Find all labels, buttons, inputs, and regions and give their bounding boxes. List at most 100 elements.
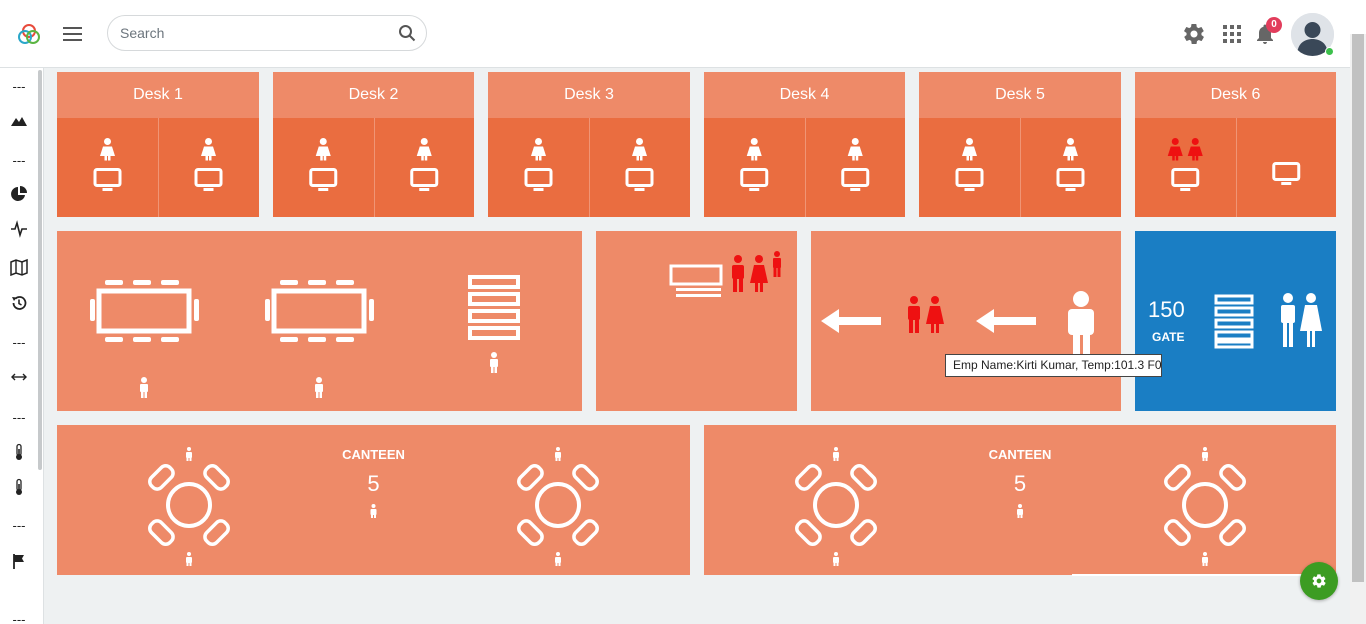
app-logo-icon[interactable] [17, 22, 41, 46]
desk-seat[interactable] [1236, 118, 1337, 217]
sidebar-item-map[interactable] [0, 255, 38, 279]
canteen-block[interactable]: CANTEEN 5 [704, 425, 1336, 575]
monitor-icon [1271, 162, 1300, 185]
seat-graphic [194, 138, 223, 191]
seat-graphic [1167, 138, 1203, 191]
person-icon [847, 138, 863, 161]
desk-seat[interactable] [488, 118, 589, 217]
desk-block[interactable]: Desk 6 [1135, 72, 1336, 217]
desk-seats [1135, 118, 1336, 217]
arrows-horizontal-icon [11, 373, 27, 381]
desk-seat[interactable] [158, 118, 259, 217]
sidebar-separator: --- [12, 409, 26, 425]
map-icon [10, 258, 28, 276]
desk-label: Desk 2 [348, 86, 399, 103]
desk-block[interactable]: Desk 2 [273, 72, 474, 217]
person-icon [1068, 291, 1094, 356]
sidebar-item-reports[interactable] [0, 182, 38, 206]
mountains-icon [11, 117, 27, 126]
flag-icon [13, 554, 24, 569]
entry-flow [821, 291, 1094, 356]
meeting-area[interactable] [57, 231, 582, 411]
canteen-count: 5 [367, 471, 380, 496]
seat-graphic [524, 138, 553, 191]
desk-seat[interactable] [374, 118, 475, 217]
seat-graphic [93, 138, 122, 191]
gear-icon[interactable] [1182, 22, 1206, 46]
sidebar-scrollbar[interactable] [38, 70, 42, 470]
sidebar-item-activity[interactable] [0, 217, 38, 241]
seat-graphic [1056, 138, 1085, 191]
canteen-block[interactable]: CANTEEN 5 [57, 425, 690, 575]
person-icon [1063, 138, 1078, 161]
desk-seat[interactable] [704, 118, 805, 217]
sidebar-item-movement[interactable] [0, 365, 38, 389]
desk-seat[interactable] [273, 118, 374, 217]
search-box [107, 15, 427, 51]
thermometer-icon [16, 478, 22, 495]
seat-graphic [740, 138, 769, 191]
menu-icon[interactable] [62, 24, 84, 44]
pie-chart-icon [11, 186, 27, 201]
settings-fab-button[interactable] [1300, 562, 1338, 600]
sidebar-separator: --- [12, 334, 26, 350]
desk-label: Desk 5 [995, 86, 1045, 103]
sidebar-separator: --- [12, 611, 26, 624]
sidebar-separator: --- [12, 152, 26, 168]
desk-seat[interactable] [1020, 118, 1121, 217]
desk-block[interactable]: Desk 1 [57, 72, 259, 217]
canteen-label: CANTEEN [342, 447, 405, 462]
online-status-dot [1325, 47, 1334, 56]
thermometer-icon [16, 443, 22, 460]
monitor-icon [740, 168, 769, 191]
desk-block[interactable]: Desk 4 [704, 72, 905, 217]
alert-people-icon [908, 296, 944, 333]
desk-seats [919, 118, 1121, 217]
desk-label: Desk 4 [779, 86, 830, 103]
person-icon [100, 138, 115, 161]
search-icon[interactable] [398, 24, 416, 42]
reception-desk-icon [669, 251, 781, 297]
gear-icon [1312, 574, 1326, 588]
desk-seat[interactable] [1135, 118, 1236, 217]
page-scrollbar-thumb[interactable] [1352, 34, 1364, 582]
employee-tooltip: Emp Name:Kirti Kumar, Temp:101.3 F0 [945, 354, 1162, 377]
desk-seat[interactable] [805, 118, 906, 217]
gate-area[interactable]: 150 GATE [1135, 231, 1336, 411]
sidebar-item-overview[interactable] [0, 109, 38, 133]
sidebar-item-flags[interactable] [0, 549, 38, 573]
monitor-icon [840, 168, 869, 191]
person-icon [1202, 552, 1208, 566]
entrance-corridor[interactable] [811, 231, 1121, 411]
search-input[interactable] [120, 23, 390, 43]
desk-seat[interactable] [57, 118, 158, 217]
sidebar-item-temperature[interactable] [0, 440, 38, 464]
canteen-label: CANTEEN [988, 447, 1052, 462]
desk-seats [57, 118, 259, 217]
desk-label: Desk 3 [564, 86, 614, 103]
desk-seat[interactable] [919, 118, 1020, 217]
sidebar-item-history[interactable] [0, 291, 38, 315]
desk-seat[interactable] [589, 118, 690, 217]
canteen-count: 5 [1013, 471, 1027, 496]
desk-seats [488, 118, 690, 217]
person-icon [315, 138, 331, 161]
reception-area[interactable] [596, 231, 797, 411]
person-icon [201, 138, 216, 161]
desk-label: Desk 1 [133, 86, 183, 103]
page-scrollbar[interactable] [1350, 34, 1366, 624]
person-icon [416, 138, 432, 161]
desk-label: Desk 6 [1210, 86, 1261, 103]
desk-block[interactable]: Desk 3 [488, 72, 690, 217]
arrow-left-icon [976, 309, 1036, 333]
person-icon [186, 552, 192, 566]
seat-graphic [955, 138, 984, 191]
person-icon [370, 504, 377, 518]
sidebar: --- --- --- --- --- --- [0, 68, 44, 624]
person-icon [1017, 504, 1023, 518]
desk-block[interactable]: Desk 5 [919, 72, 1121, 217]
apps-grid-icon[interactable] [1220, 22, 1244, 46]
sidebar-item-temperature-log[interactable] [0, 475, 38, 499]
monitor-icon [409, 168, 438, 191]
person-icon [1187, 138, 1203, 161]
